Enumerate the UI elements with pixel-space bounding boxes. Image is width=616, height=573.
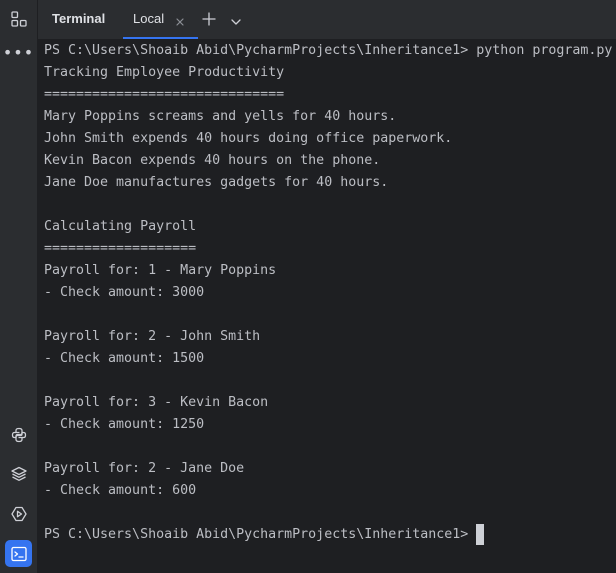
terminal-line: John Smith expends 40 hours doing office… [44,131,453,146]
terminal-line: ============================== [44,87,285,102]
close-icon[interactable] [174,13,186,26]
add-tab-icon[interactable] [201,11,217,27]
tab-local[interactable]: Local [123,0,198,39]
terminal-line: Mary Poppins screams and yells for 40 ho… [44,109,397,124]
chevron-down-icon[interactable] [230,13,242,25]
active-tab-indicator [123,37,198,39]
terminal-icon[interactable] [5,540,32,567]
layers-icon[interactable] [5,460,32,487]
terminal-line: Payroll for: 1 - Mary Poppins [44,263,277,278]
terminal-line: - Check amount: 3000 [44,285,205,300]
toolwindow-title: Terminal [52,11,106,26]
terminal-line: Payroll for: 2 - John Smith [44,329,261,344]
terminal-line: - Check amount: 1500 [44,351,205,366]
terminal-prompt: PS C:\Users\Shoaib Abid\PycharmProjects\… [44,527,477,542]
terminal-line: =================== [44,241,197,256]
python-packages-icon[interactable] [5,421,32,448]
tab-label: Local [133,11,165,26]
more-icon[interactable]: ••• [3,42,33,69]
terminal-line: Calculating Payroll [44,219,197,234]
ide-window: ••• Terminal Local PS C:\Users\Shoaib Ab… [0,0,616,573]
terminal-line: - Check amount: 1250 [44,417,205,432]
terminal-line: Payroll for: 3 - Kevin Bacon [44,395,269,410]
terminal-line: Tracking Employee Productivity [44,65,285,80]
run-services-icon[interactable] [5,500,32,527]
terminal-line: PS C:\Users\Shoaib Abid\PycharmProjects\… [44,43,613,58]
terminal-output[interactable]: PS C:\Users\Shoaib Abid\PycharmProjects\… [38,40,616,573]
terminal-line: Jane Doe manufactures gadgets for 40 hou… [44,175,389,190]
terminal-tab-bar: Terminal Local [38,0,616,40]
terminal-cursor [476,524,484,545]
structure-icon[interactable] [5,5,32,32]
terminal-line: Kevin Bacon expends 40 hours on the phon… [44,153,381,168]
tool-strip: ••• [0,0,38,573]
terminal-line: - Check amount: 600 [44,483,197,498]
terminal-line: Payroll for: 2 - Jane Doe [44,461,245,476]
